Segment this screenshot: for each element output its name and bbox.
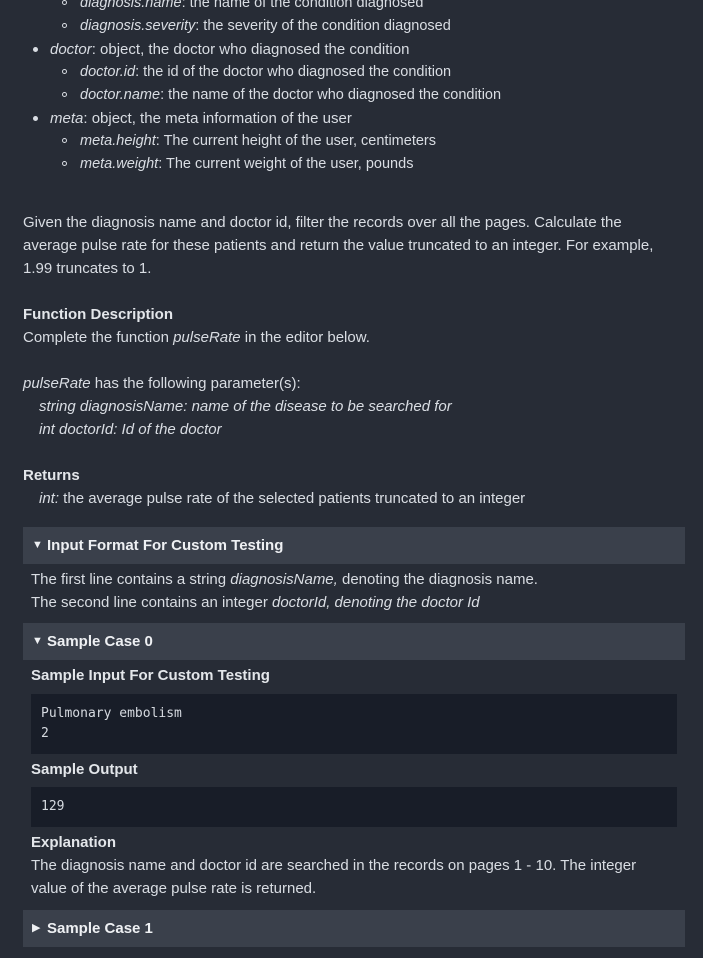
triangle-right-icon: ▶ (32, 922, 41, 934)
sample-input-block: Pulmonary embolism 2 (31, 694, 677, 754)
param-diagnosis-name: string diagnosisName: name of the diseas… (39, 398, 452, 415)
field-term: diagnosis.severity (80, 18, 196, 34)
param-doctor-id: int doctorId: Id of the doctor (39, 421, 222, 438)
field-list-item: diagnosis.severity: the severity of the … (0, 15, 703, 38)
field-term: diagnosis.name (80, 0, 182, 11)
field-description: : object, the meta information of the us… (83, 110, 352, 127)
bullet-circle-icon (62, 69, 67, 74)
field-description: : the severity of the condition diagnose… (195, 18, 451, 34)
bullet-circle-icon (62, 0, 67, 5)
triangle-down-icon: ▼ (32, 635, 43, 647)
function-name: pulseRate (173, 329, 241, 346)
explanation-heading: Explanation (31, 834, 117, 851)
sample-input-heading: Sample Input For Custom Testing (31, 667, 270, 684)
field-term: doctor.name (80, 87, 161, 103)
field-list-item: doctor.name: the name of the doctor who … (0, 84, 703, 107)
field-description: : object, the doctor who diagnosed the c… (91, 41, 410, 58)
field-list-item: diagnosis.name: the name of the conditio… (0, 0, 703, 15)
bullet-circle-icon (62, 138, 67, 143)
function-description-heading: Function Description (23, 306, 173, 323)
bullet-circle-icon (62, 92, 67, 97)
field-list-item: meta: object, the meta information of th… (0, 107, 703, 130)
field-list: diagnosis.name: the name of the conditio… (0, 0, 703, 176)
input-format-toggle[interactable]: ▼ Input Format For Custom Testing (23, 527, 685, 564)
input-format-line-1: The first line contains a string diagnos… (31, 571, 538, 588)
field-description: : The current weight of the user, pounds (158, 156, 414, 172)
field-description: : the id of the doctor who diagnosed the… (135, 64, 452, 80)
input-format-line-2: The second line contains an integer doct… (31, 594, 480, 611)
sample-case-1-toggle[interactable]: ▶ Sample Case 1 (23, 910, 685, 947)
returns-heading: Returns (23, 467, 80, 484)
triangle-down-icon: ▼ (32, 539, 43, 551)
bullet-disc-icon (33, 47, 38, 52)
bullet-circle-icon (62, 161, 67, 166)
field-term: doctor (50, 41, 92, 58)
field-list-item: doctor.id: the id of the doctor who diag… (0, 61, 703, 84)
function-description-text: Complete the function pulseRate in the e… (23, 329, 370, 346)
explanation-text: The diagnosis name and doctor id are sea… (31, 857, 637, 897)
field-term: meta.height (80, 133, 156, 149)
sample-output-heading: Sample Output (31, 761, 138, 778)
field-list-item: meta.height: The current height of the u… (0, 130, 703, 153)
field-description: : the name of the doctor who diagnosed t… (160, 87, 502, 103)
returns-text: int: the average pulse rate of the selec… (39, 490, 526, 507)
intro-paragraph: Given the diagnosis name and doctor id, … (23, 214, 654, 277)
bullet-circle-icon (62, 23, 67, 28)
params-intro: pulseRate has the following parameter(s)… (23, 375, 301, 392)
sample-output-block: 129 (31, 787, 677, 827)
field-list-item: doctor: object, the doctor who diagnosed… (0, 38, 703, 61)
field-description: : the name of the condition diagnosed (181, 0, 424, 11)
field-list-item: meta.weight: The current weight of the u… (0, 153, 703, 176)
field-description: : The current height of the user, centim… (155, 133, 436, 149)
field-term: meta.weight (80, 156, 159, 172)
sample-case-0-toggle[interactable]: ▼ Sample Case 0 (23, 623, 685, 660)
field-term: doctor.id (80, 64, 136, 80)
bullet-disc-icon (33, 116, 38, 121)
problem-statement: diagnosis.name: the name of the conditio… (0, 0, 703, 947)
field-term: meta (50, 110, 84, 127)
